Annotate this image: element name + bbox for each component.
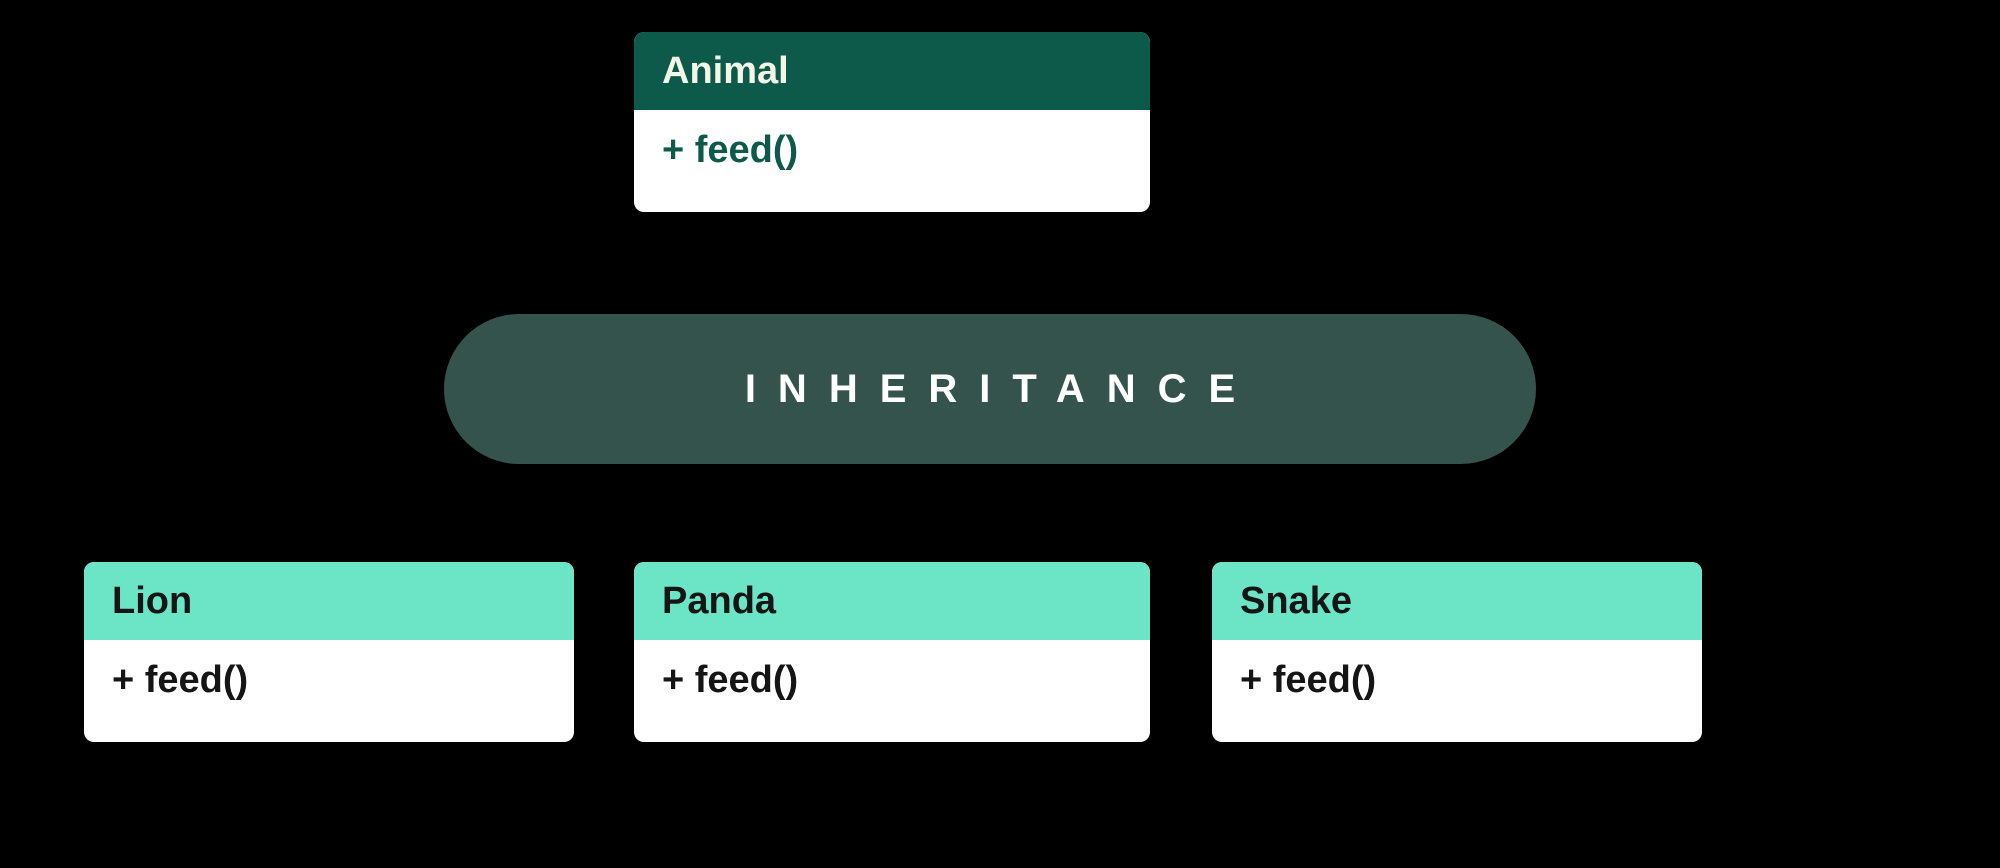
inheritance-label: INHERITANCE (444, 314, 1536, 464)
class-box-animal: Animal + feed() (634, 32, 1150, 212)
class-name-panda: Panda (634, 562, 1150, 640)
class-name-snake: Snake (1212, 562, 1702, 640)
class-method-snake: + feed() (1212, 640, 1702, 726)
inheritance-diagram: Animal + feed() INHERITANCE Lion + feed(… (0, 0, 2000, 868)
class-box-lion: Lion + feed() (84, 562, 574, 742)
class-method-panda: + feed() (634, 640, 1150, 726)
class-name-animal: Animal (634, 32, 1150, 110)
class-method-animal: + feed() (634, 110, 1150, 196)
class-name-lion: Lion (84, 562, 574, 640)
class-box-panda: Panda + feed() (634, 562, 1150, 742)
class-box-snake: Snake + feed() (1212, 562, 1702, 742)
class-method-lion: + feed() (84, 640, 574, 726)
